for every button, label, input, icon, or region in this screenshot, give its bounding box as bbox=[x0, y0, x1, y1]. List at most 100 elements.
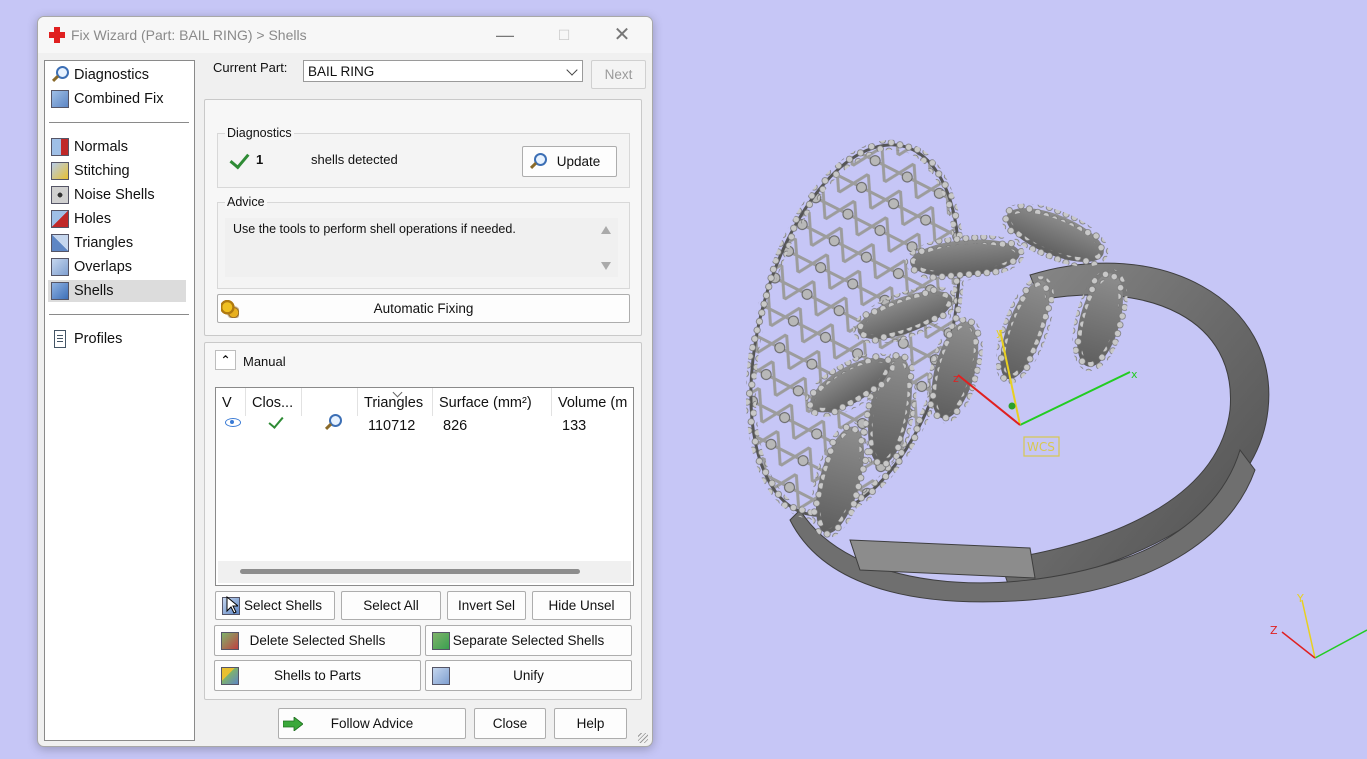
advice-text: Use the tools to perform shell operation… bbox=[233, 222, 516, 236]
sidebar-item-label: Normals bbox=[74, 139, 128, 155]
separate-selected-shells-button[interactable]: Separate Selected Shells bbox=[425, 625, 632, 656]
close-window-button[interactable]: ✕ bbox=[602, 21, 642, 49]
sidebar-item-diagnostics[interactable]: Diagnostics bbox=[48, 64, 186, 86]
scroll-up-icon[interactable] bbox=[601, 226, 611, 234]
horizontal-scrollbar[interactable] bbox=[218, 561, 631, 583]
diagnostics-section-label: Diagnostics bbox=[225, 126, 294, 140]
help-button[interactable]: Help bbox=[554, 708, 627, 739]
stitching-cube-icon bbox=[51, 162, 69, 180]
shells-to-parts-label: Shells to Parts bbox=[273, 668, 362, 683]
follow-advice-button[interactable]: Follow Advice bbox=[278, 708, 466, 739]
triangles-cell: 110712 bbox=[368, 418, 416, 434]
sidebar-divider bbox=[49, 122, 189, 123]
advice-text-box[interactable]: Use the tools to perform shell operation… bbox=[225, 218, 618, 277]
unify-button[interactable]: Unify bbox=[425, 660, 632, 691]
sidebar-item-triangles[interactable]: Triangles bbox=[48, 232, 186, 254]
col-volume-header[interactable]: Volume (m bbox=[552, 388, 633, 416]
update-button-label: Update bbox=[556, 154, 601, 169]
axis-x-label: x bbox=[1131, 368, 1138, 381]
shells-table[interactable]: V Clos... Triangles Surface (mm²) Volume… bbox=[215, 387, 634, 586]
resize-grip[interactable] bbox=[638, 733, 648, 743]
delete-selected-label: Delete Selected Shells bbox=[249, 633, 386, 648]
sidebar-item-normals[interactable]: Normals bbox=[48, 136, 186, 158]
scrollbar-thumb[interactable] bbox=[240, 569, 580, 574]
title-bar[interactable]: Fix Wizard (Part: BAIL RING) > Shells — … bbox=[38, 17, 652, 53]
minimize-button[interactable]: — bbox=[485, 21, 525, 49]
col-surface-header[interactable]: Surface (mm²) bbox=[433, 388, 552, 416]
sidebar-item-noise-shells[interactable]: Noise Shells bbox=[48, 184, 186, 206]
sidebar-item-label: Shells bbox=[74, 283, 114, 299]
corner-axis-y-label: Y bbox=[1296, 592, 1304, 605]
sidebar-item-label: Triangles bbox=[74, 235, 134, 251]
advice-section-label: Advice bbox=[225, 195, 267, 209]
volume-cell: 133 bbox=[562, 418, 587, 434]
mouse-cursor-icon bbox=[226, 596, 238, 614]
col-inspect-header[interactable] bbox=[302, 388, 358, 416]
axis-y-label: y bbox=[996, 326, 1003, 339]
corner-axis-z-label: Z bbox=[1270, 624, 1278, 637]
current-part-select[interactable]: BAIL RING bbox=[303, 60, 583, 82]
normals-cube-icon bbox=[51, 138, 69, 156]
gears-icon bbox=[221, 299, 239, 318]
unify-label: Unify bbox=[513, 668, 544, 683]
sidebar-item-combined-fix[interactable]: Combined Fix bbox=[48, 88, 186, 110]
chevron-down-icon bbox=[566, 64, 578, 76]
shells-to-parts-button[interactable]: Shells to Parts bbox=[214, 660, 421, 691]
delete-selected-shells-button[interactable]: Delete Selected Shells bbox=[214, 625, 421, 656]
ring-model[interactable]: x y z WCS Y Z bbox=[660, 0, 1367, 756]
sidebar-item-label: Overlaps bbox=[74, 259, 133, 275]
fix-sidebar: Diagnostics Combined Fix Normals Stitchi… bbox=[44, 60, 195, 741]
update-button[interactable]: Update bbox=[522, 146, 617, 177]
sidebar-item-overlaps[interactable]: Overlaps bbox=[48, 256, 186, 278]
next-button[interactable]: Next bbox=[591, 60, 646, 89]
automatic-fixing-button[interactable]: Automatic Fixing bbox=[217, 294, 630, 323]
col-closed-header[interactable]: Clos... bbox=[246, 388, 302, 416]
overlaps-cube-icon bbox=[51, 258, 69, 276]
automatic-fixing-label: Automatic Fixing bbox=[373, 301, 474, 316]
sidebar-item-holes[interactable]: Holes bbox=[48, 208, 186, 230]
sidebar-divider bbox=[49, 314, 189, 315]
sidebar-item-stitching[interactable]: Stitching bbox=[48, 160, 186, 182]
shell-count: 1 bbox=[256, 152, 264, 167]
magnifier-icon bbox=[529, 152, 547, 171]
wcs-label: WCS bbox=[1027, 440, 1055, 454]
shells-cube-icon bbox=[51, 282, 69, 300]
unify-cubes-icon bbox=[432, 666, 450, 685]
current-part-label: Current Part: bbox=[213, 60, 288, 75]
parts-cubes-icon bbox=[221, 666, 239, 685]
delete-cube-icon bbox=[221, 631, 239, 650]
cube-icon bbox=[51, 90, 69, 108]
manual-label: Manual bbox=[243, 354, 286, 369]
invert-sel-button[interactable]: Invert Sel bbox=[447, 591, 526, 620]
maximize-button[interactable]: ☐ bbox=[544, 21, 584, 49]
scroll-down-icon[interactable] bbox=[601, 262, 611, 270]
axis-z-label: z bbox=[953, 372, 959, 385]
separate-cube-icon bbox=[432, 631, 450, 650]
select-shells-label: Select Shells bbox=[243, 598, 323, 613]
sidebar-item-profiles[interactable]: Profiles bbox=[48, 328, 186, 350]
sidebar-item-shells[interactable]: Shells bbox=[48, 280, 186, 302]
separate-selected-label: Separate Selected Shells bbox=[452, 633, 605, 648]
noise-shells-icon bbox=[51, 186, 69, 204]
triangles-icon bbox=[51, 234, 69, 252]
collapse-icon[interactable]: ⌃ bbox=[215, 350, 236, 370]
sidebar-item-label: Profiles bbox=[74, 331, 123, 347]
sidebar-item-label: Holes bbox=[74, 211, 112, 227]
col-visible-header[interactable]: V bbox=[216, 388, 246, 416]
follow-advice-label: Follow Advice bbox=[330, 716, 414, 731]
close-button[interactable]: Close bbox=[474, 708, 546, 739]
3d-viewport[interactable]: x y z WCS Y Z bbox=[660, 0, 1367, 756]
sidebar-item-label: Noise Shells bbox=[74, 187, 155, 203]
window-title: Fix Wizard (Part: BAIL RING) > Shells bbox=[71, 27, 307, 43]
magnifier-icon bbox=[51, 66, 69, 84]
app-logo-icon bbox=[49, 27, 65, 43]
hide-unsel-button[interactable]: Hide Unsel bbox=[532, 591, 631, 620]
surface-cell: 826 bbox=[443, 418, 468, 434]
sidebar-item-label: Combined Fix bbox=[74, 91, 164, 107]
sidebar-item-label: Diagnostics bbox=[74, 67, 149, 83]
select-all-button[interactable]: Select All bbox=[341, 591, 441, 620]
current-part-value: BAIL RING bbox=[308, 64, 375, 79]
document-icon bbox=[54, 330, 66, 348]
magnifier-icon[interactable] bbox=[324, 414, 342, 432]
eye-icon[interactable] bbox=[225, 418, 241, 427]
